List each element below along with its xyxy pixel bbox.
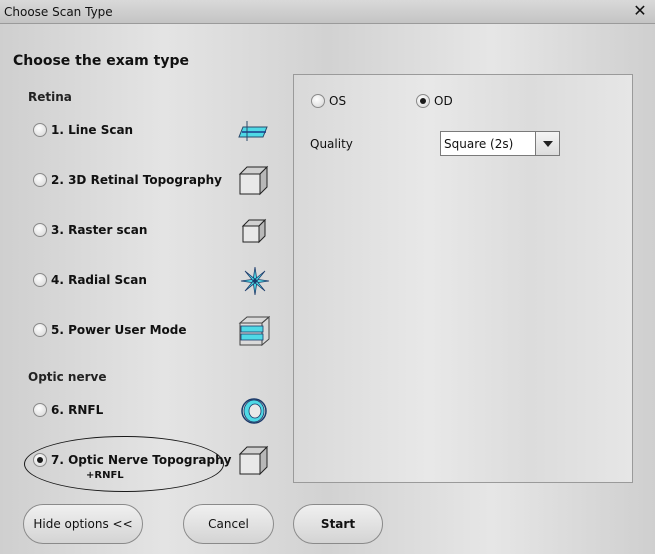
radio-button[interactable] xyxy=(416,94,430,108)
radio-label: 6. RNFL xyxy=(51,403,104,417)
radio-radial-scan[interactable]: 4. Radial Scan xyxy=(33,270,147,290)
radio-button[interactable] xyxy=(33,403,47,417)
radio-button[interactable] xyxy=(33,123,47,137)
title-bar: Choose Scan Type ✕ xyxy=(0,0,655,24)
line-scan-icon xyxy=(238,121,268,141)
radio-label: OS xyxy=(329,94,347,108)
radio-eye-os[interactable]: OS xyxy=(311,94,346,108)
section-retina: Retina xyxy=(28,90,72,104)
radio-button[interactable] xyxy=(33,323,47,337)
radio-3d-retinal-topography[interactable]: 2. 3D Retinal Topography xyxy=(33,170,222,190)
radial-scan-icon xyxy=(240,266,270,296)
rnfl-icon xyxy=(241,398,267,424)
cube-icon xyxy=(238,165,269,196)
radio-label: 3. Raster scan xyxy=(51,223,148,237)
radio-button[interactable] xyxy=(33,173,47,187)
section-optic-nerve: Optic nerve xyxy=(28,370,107,384)
start-button[interactable]: Start xyxy=(293,504,383,544)
quality-select[interactable]: Square (2s) xyxy=(440,131,560,156)
cancel-button[interactable]: Cancel xyxy=(183,504,274,544)
radio-label: 1. Line Scan xyxy=(51,123,134,137)
radio-button[interactable] xyxy=(311,94,325,108)
radio-label: 5. Power User Mode xyxy=(51,323,187,337)
quality-select-value: Square (2s) xyxy=(444,136,514,151)
radio-power-user-mode[interactable]: 5. Power User Mode xyxy=(33,320,186,340)
radio-rnfl[interactable]: 6. RNFL xyxy=(33,400,103,420)
radio-button[interactable] xyxy=(33,273,47,287)
radio-label: 4. Radial Scan xyxy=(51,273,147,287)
hide-options-button[interactable]: Hide options << xyxy=(23,504,143,544)
radio-label: 7. Optic Nerve Topography xyxy=(51,453,232,467)
power-user-icon xyxy=(238,315,270,346)
page-title: Choose the exam type xyxy=(13,53,189,69)
cube-icon xyxy=(238,445,269,476)
radio-line-scan[interactable]: 1. Line Scan xyxy=(33,120,133,140)
quality-label: Quality xyxy=(310,137,353,151)
radio-label: OD xyxy=(434,94,453,108)
radio-optic-nerve-topography[interactable]: 7. Optic Nerve Topography xyxy=(33,450,232,470)
radio-label: 2. 3D Retinal Topography xyxy=(51,173,222,187)
close-icon[interactable]: ✕ xyxy=(631,2,649,20)
radio-raster-scan[interactable]: 3. Raster scan xyxy=(33,220,147,240)
radio-button[interactable] xyxy=(33,223,47,237)
chevron-down-icon[interactable] xyxy=(535,132,559,155)
small-cube-icon xyxy=(241,218,267,244)
radio-sublabel: +RNFL xyxy=(86,470,124,481)
window-title: Choose Scan Type xyxy=(4,5,113,19)
radio-button[interactable] xyxy=(33,453,47,467)
radio-eye-od[interactable]: OD xyxy=(416,94,453,108)
